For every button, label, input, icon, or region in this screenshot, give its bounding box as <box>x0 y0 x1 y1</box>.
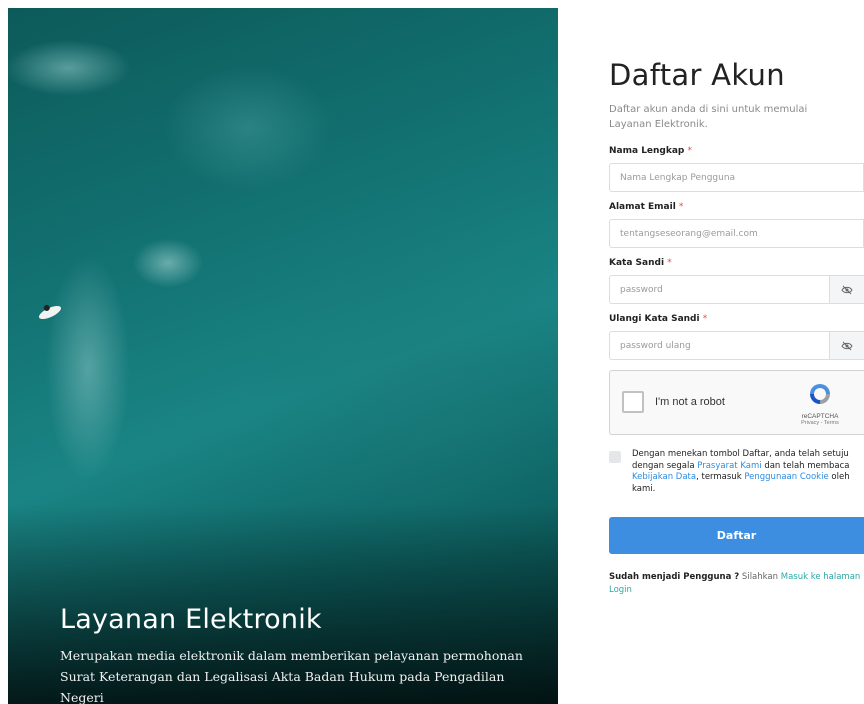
eye-slash-icon <box>841 285 853 294</box>
consent-text-2: dan telah membaca <box>761 460 850 471</box>
consent-checkbox[interactable] <box>609 451 621 463</box>
terms-link[interactable]: Prasyarat Kami <box>697 461 761 471</box>
register-form: Daftar Akun Daftar akun anda di sini unt… <box>609 58 864 597</box>
email-label-text: Alamat Email <box>609 202 676 212</box>
recaptcha-widget: I'm not a robot reCAPTCHA Privacy - Term… <box>609 370 864 435</box>
login-middle: Silahkan <box>739 572 781 582</box>
password-toggle-button[interactable] <box>829 275 864 304</box>
recaptcha-brand: reCAPTCHA <box>801 413 839 420</box>
recaptcha-terms-link[interactable]: Terms <box>824 420 839 426</box>
password-confirm-field <box>609 331 864 360</box>
consent-text-3: , termasuk <box>696 472 745 482</box>
hero-title: Layanan Elektronik <box>60 604 322 635</box>
required-mark: * <box>687 146 693 156</box>
register-button[interactable]: Daftar <box>609 517 864 554</box>
data-policy-link[interactable]: Kebijakan Data <box>632 472 696 482</box>
recaptcha-privacy-link[interactable]: Privacy <box>801 420 819 426</box>
password-input[interactable] <box>609 275 829 304</box>
recaptcha-label: I'm not a robot <box>655 396 725 408</box>
password-confirm-label: Ulangi Kata Sandi * <box>609 314 864 324</box>
password-confirm-label-text: Ulangi Kata Sandi <box>609 314 700 324</box>
name-label: Nama Lengkap * <box>609 146 864 156</box>
name-input[interactable] <box>609 163 864 192</box>
name-label-text: Nama Lengkap <box>609 146 685 156</box>
name-field <box>609 163 864 192</box>
login-prefix: Sudah menjadi Pengguna ? <box>609 572 740 582</box>
password-confirm-input[interactable] <box>609 331 829 360</box>
recaptcha-logo: reCAPTCHA Privacy - Terms <box>790 381 850 426</box>
hero-text: Layanan Elektronik Merupakan media elekt… <box>60 604 530 704</box>
recaptcha-icon <box>810 384 830 404</box>
login-prompt: Sudah menjadi Pengguna ? Silahkan Masuk … <box>609 571 864 597</box>
form-title: Daftar Akun <box>609 58 785 92</box>
form-subtitle: Daftar akun anda di sini untuk memulai L… <box>609 104 808 130</box>
recaptcha-links: Privacy - Terms <box>790 420 850 426</box>
email-field <box>609 219 864 248</box>
required-mark: * <box>678 202 684 212</box>
consent-row: Dengan menekan tombol Daftar, anda telah… <box>609 449 864 495</box>
eye-slash-icon <box>841 341 853 350</box>
recaptcha-checkbox[interactable] <box>622 391 644 413</box>
hero-image: Layanan Elektronik Merupakan media elekt… <box>8 8 558 704</box>
cookie-policy-link[interactable]: Penggunaan Cookie <box>744 472 828 482</box>
email-label: Alamat Email * <box>609 202 864 212</box>
required-mark: * <box>667 258 672 268</box>
password-confirm-toggle-button[interactable] <box>829 331 864 360</box>
required-mark: * <box>702 314 708 324</box>
hero-description: Merupakan media elektronik dalam memberi… <box>60 648 523 704</box>
surfer-figure <box>37 303 63 322</box>
password-label: Kata Sandi * <box>609 258 864 268</box>
password-label-text: Kata Sandi <box>609 258 665 268</box>
email-input[interactable] <box>609 219 864 248</box>
password-field <box>609 275 864 304</box>
